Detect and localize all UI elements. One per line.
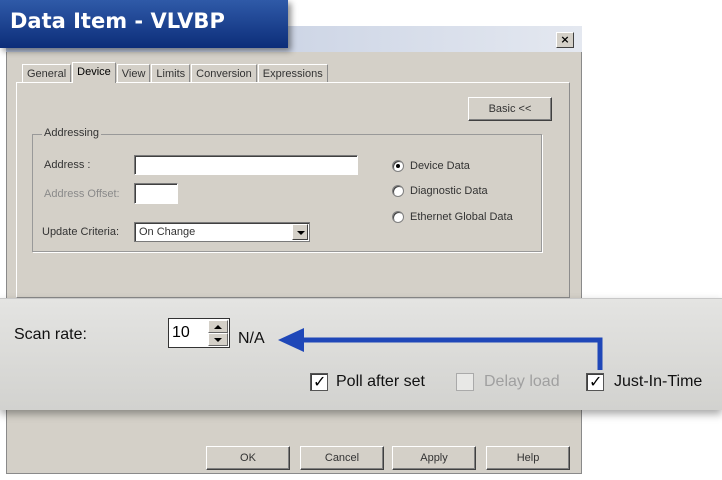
- radio-diagnostic-data-label: Diagnostic Data: [410, 185, 488, 197]
- address-offset-label: Address Offset:: [44, 188, 120, 200]
- close-button[interactable]: ×: [556, 32, 574, 48]
- cancel-button[interactable]: Cancel: [300, 446, 384, 470]
- scan-rate-na-text: N/A: [238, 330, 265, 347]
- just-in-time-checkbox[interactable]: ✓: [586, 372, 604, 391]
- poll-after-set-label: Poll after set: [336, 373, 425, 390]
- spin-down-icon[interactable]: [208, 333, 228, 346]
- basic-button[interactable]: Basic <<: [468, 97, 552, 121]
- checkmark-icon: ✓: [313, 372, 327, 391]
- just-in-time-label: Just-In-Time: [614, 373, 703, 390]
- scan-rate-value: 10: [172, 324, 190, 341]
- tab-general[interactable]: General: [22, 64, 72, 83]
- update-criteria-label: Update Criteria:: [42, 226, 120, 238]
- checkmark-icon: ✓: [589, 372, 603, 391]
- radio-ethernet-global-data[interactable]: [392, 211, 404, 223]
- delay-load-label: Delay load: [484, 373, 560, 390]
- address-label: Address :: [44, 159, 91, 171]
- scan-rate-spinner[interactable]: 10: [168, 318, 230, 348]
- addressing-group-label: Addressing: [42, 127, 102, 139]
- radio-diagnostic-data[interactable]: [392, 185, 404, 197]
- scan-rate-label: Scan rate:: [14, 326, 87, 343]
- window-title: Data Item - VLVBP: [0, 0, 288, 48]
- poll-after-set-checkbox[interactable]: ✓: [310, 372, 328, 391]
- scan-rate-zoom-panel: [0, 298, 722, 410]
- radio-ethernet-global-data-label: Ethernet Global Data: [410, 211, 513, 223]
- address-input[interactable]: [134, 155, 358, 175]
- tab-device[interactable]: Device: [72, 62, 116, 83]
- update-criteria-select[interactable]: On Change: [134, 222, 310, 242]
- tab-view[interactable]: View: [116, 64, 151, 83]
- tab-expressions[interactable]: Expressions: [257, 64, 328, 83]
- address-offset-input[interactable]: [134, 183, 178, 204]
- update-criteria-value: On Change: [139, 226, 196, 238]
- delay-load-checkbox[interactable]: [456, 373, 474, 391]
- tab-limits[interactable]: Limits: [151, 64, 191, 83]
- tab-conversion[interactable]: Conversion: [191, 64, 257, 83]
- chevron-down-icon[interactable]: [292, 224, 308, 240]
- spin-up-icon[interactable]: [208, 320, 228, 333]
- help-button[interactable]: Help: [486, 446, 570, 470]
- ok-button[interactable]: OK: [206, 446, 290, 470]
- radio-device-data-label: Device Data: [410, 160, 470, 172]
- tab-strip: General Device View Limits Conversion Ex…: [22, 62, 329, 83]
- apply-button[interactable]: Apply: [392, 446, 476, 470]
- radio-device-data[interactable]: [392, 160, 404, 172]
